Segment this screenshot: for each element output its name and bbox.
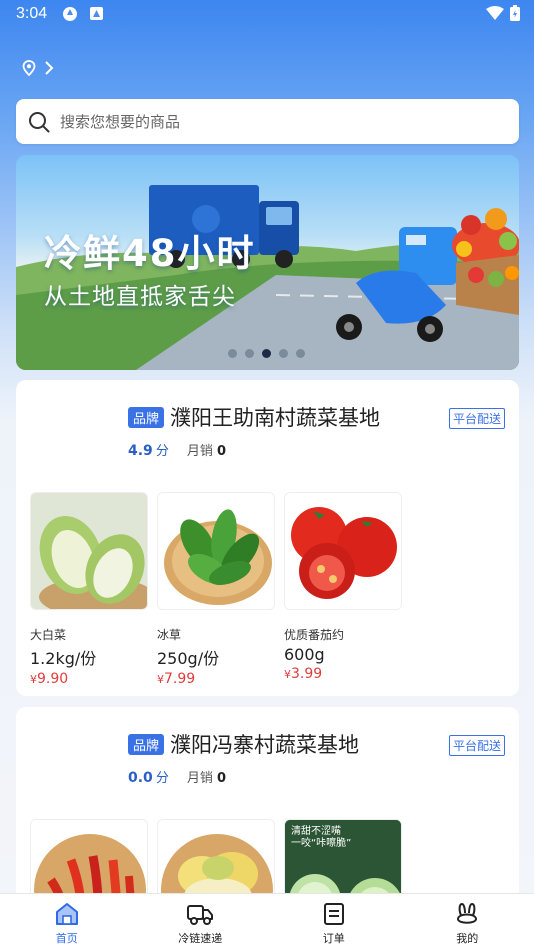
banner-title: 冷鲜48小时 (44, 232, 256, 275)
banner-dot-active[interactable] (262, 349, 271, 358)
app-notification-icon (63, 7, 77, 21)
product-price: ¥3.99 (284, 666, 402, 682)
product-name: 冰草 (157, 628, 182, 642)
banner-dot[interactable] (245, 349, 254, 358)
price-value: 7.99 (164, 671, 196, 687)
search-icon (29, 111, 50, 132)
banner-pagination (228, 349, 305, 358)
location-selector[interactable] (22, 60, 54, 76)
tab-label: 首页 (55, 932, 78, 945)
rating-value: 0.0 (128, 770, 153, 786)
product-name: 大白菜 (30, 628, 67, 642)
tab-label: 我的 (456, 932, 479, 945)
monthly-sales: 月销 0 (187, 440, 226, 459)
order-list-icon (323, 903, 344, 925)
platform-delivery-tag: 平台配送 (448, 408, 505, 429)
promo-banner[interactable]: 冷鲜48小时 从土地直抵家舌尖 (16, 155, 519, 370)
product-spec: 250g/份 (157, 649, 220, 668)
product-price: ¥9.90 (30, 671, 148, 687)
store-card[interactable]: 品牌 濮阳王助南村蔬菜基地 平台配送 4.9 分 月销 0 大白菜 1.2kg/份… (16, 380, 519, 696)
price-value: 9.90 (37, 671, 69, 687)
store-rating: 4.9 分 (128, 440, 169, 459)
currency-symbol: ¥ (284, 668, 291, 681)
delivery-truck-icon (187, 905, 214, 925)
tab-cold-chain-delivery[interactable]: 冷链速递 (134, 894, 268, 950)
store-name[interactable]: 濮阳王助南村蔬菜基地 (170, 402, 380, 432)
product-overlay-line2: 一咬“咔嚓脆” (291, 838, 352, 849)
status-time: 3:04 (16, 5, 48, 22)
rating-unit: 分 (155, 771, 169, 786)
product-name: 优质番茄约 (284, 628, 345, 642)
search-bar[interactable] (16, 99, 519, 144)
app-store-icon (90, 7, 103, 20)
status-bar: 3:04 (0, 0, 534, 28)
platform-delivery-tag: 平台配送 (448, 735, 505, 756)
store-stats: 0.0 分 月销 0 (128, 767, 226, 786)
product-card[interactable]: 大白菜 1.2kg/份 ¥9.90 (30, 492, 148, 687)
chevron-right-icon (45, 61, 54, 75)
store-name[interactable]: 濮阳冯寨村蔬菜基地 (170, 729, 359, 759)
store-header: 品牌 濮阳冯寨村蔬菜基地 (128, 729, 359, 759)
product-card[interactable]: 优质番茄约 600g ¥3.99 (284, 492, 402, 682)
tab-profile[interactable]: 我的 (401, 894, 534, 950)
store-rating: 0.0 分 (128, 767, 169, 786)
brand-badge: 品牌 (128, 406, 165, 428)
wifi-icon (486, 6, 504, 20)
location-pin-icon (22, 60, 36, 76)
product-card[interactable]: 冰草 250g/份 ¥7.99 (157, 492, 275, 687)
sales-label: 月销 (186, 771, 213, 786)
banner-subtitle: 从土地直抵家舌尖 (44, 284, 236, 310)
banner-dot[interactable] (279, 349, 288, 358)
store-stats: 4.9 分 月销 0 (128, 440, 226, 459)
bunny-profile-icon (457, 902, 478, 924)
currency-symbol: ¥ (157, 673, 164, 686)
bottom-tab-bar: 首页 冷链速递 订单 我的 (0, 893, 534, 950)
price-value: 3.99 (291, 666, 323, 682)
home-icon (55, 903, 78, 925)
product-spec: 1.2kg/份 (30, 649, 97, 668)
tab-label: 订单 (322, 932, 345, 945)
battery-icon (510, 5, 520, 21)
banner-dot[interactable] (296, 349, 305, 358)
sales-label: 月销 (186, 444, 213, 459)
tab-home[interactable]: 首页 (0, 894, 134, 950)
sales-count: 0 (216, 771, 227, 786)
store-card[interactable]: 品牌 濮阳冯寨村蔬菜基地 平台配送 0.0 分 月销 0 清甜不涩嘴 一咬“咔嚓… (16, 707, 519, 937)
tab-orders[interactable]: 订单 (267, 894, 401, 950)
search-input[interactable] (60, 112, 480, 131)
product-image-tomatoes (284, 492, 402, 610)
currency-symbol: ¥ (30, 673, 37, 686)
rating-value: 4.9 (128, 443, 153, 459)
rating-unit: 分 (155, 444, 169, 459)
product-price: ¥7.99 (157, 671, 275, 687)
brand-badge: 品牌 (128, 733, 165, 755)
tab-label: 冷链速递 (178, 932, 223, 945)
banner-dot[interactable] (228, 349, 237, 358)
monthly-sales: 月销 0 (187, 767, 226, 786)
product-image-napa-cabbage (30, 492, 148, 610)
product-image-ice-plant (157, 492, 275, 610)
product-overlay-line1: 清甜不涩嘴 (291, 826, 341, 837)
sales-count: 0 (216, 444, 227, 459)
store-header: 品牌 濮阳王助南村蔬菜基地 (128, 402, 380, 432)
product-spec: 600g (284, 645, 325, 664)
